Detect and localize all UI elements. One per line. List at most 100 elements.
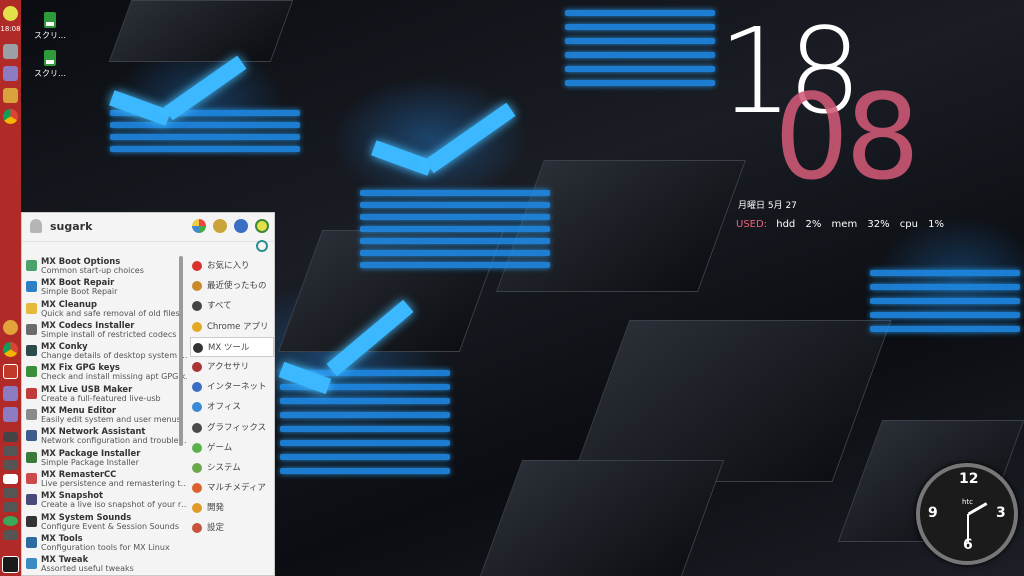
power-icon[interactable] [3, 6, 18, 21]
files-icon[interactable] [3, 320, 18, 335]
app-name: MX Snapshot [41, 490, 104, 501]
power-icon[interactable] [255, 219, 269, 233]
category-item[interactable]: 最近使ったもの [190, 276, 274, 296]
document-icon[interactable] [3, 386, 18, 401]
app-item[interactable]: MX Cleanup Quick and safe removal of old … [24, 299, 187, 320]
app-name: MX Cleanup [41, 298, 97, 309]
panel-clock[interactable]: 18:08 [0, 25, 21, 33]
logout-icon[interactable] [234, 219, 248, 233]
app-description: Simple Package Installer [41, 457, 139, 467]
network-icon[interactable] [3, 460, 18, 470]
app-icon [26, 515, 37, 527]
category-item[interactable]: システム [190, 458, 274, 478]
category-icon [192, 442, 202, 453]
category-label: 開発 [207, 503, 225, 514]
category-icon [192, 503, 202, 514]
category-item[interactable]: オフィス [190, 397, 274, 417]
arrow-down-icon[interactable] [3, 488, 18, 498]
clock-brand: htc [962, 498, 974, 506]
search-input[interactable] [22, 240, 274, 254]
volume-icon[interactable] [3, 502, 18, 512]
category-item[interactable]: 設定 [190, 518, 274, 538]
mem-label: mem [831, 219, 858, 230]
app-description: Common start-up choices [41, 266, 144, 275]
app-description: Quick and safe removal of old files [41, 308, 180, 318]
flag-icon[interactable] [3, 474, 18, 484]
app-item[interactable]: MX Network Assistant Network configuratio… [24, 426, 187, 447]
category-item[interactable]: 開発 [190, 498, 274, 518]
app-item[interactable]: MX Snapshot Create a live iso snapshot of… [24, 490, 187, 511]
app-description: Check and install missing apt GPG k… [41, 372, 187, 382]
category-item[interactable]: Chrome アプリ [190, 317, 274, 337]
wallpaper-stack [360, 150, 550, 300]
category-item[interactable]: アクセサリ [190, 357, 274, 377]
search-icon[interactable] [256, 240, 268, 252]
document-icon[interactable] [3, 407, 18, 422]
category-item[interactable]: インターネット [190, 377, 274, 397]
desktop-icon[interactable]: スクリ… [30, 12, 70, 41]
minute-hand [967, 514, 969, 542]
cpu-value: 1% [928, 219, 945, 230]
category-list: お気に入り最近使ったもの すべて Chrome アプリ MX ツール アクセサリ インター… [190, 256, 274, 539]
category-item[interactable]: グラフィックス [190, 418, 274, 438]
settings-icon[interactable] [192, 219, 206, 233]
terminal-icon[interactable] [3, 432, 18, 442]
app-icon [26, 323, 37, 335]
app-item[interactable]: MX Fix GPG keys Check and install missing… [24, 362, 187, 383]
app-name: MX Boot Options [41, 256, 121, 266]
updater-icon[interactable] [3, 516, 18, 526]
app-item[interactable]: MX Codecs Installer Simple install of res… [24, 320, 187, 341]
app-icon [26, 494, 37, 506]
mx-logo-icon[interactable] [2, 556, 19, 573]
category-label: Chrome アプリ [207, 321, 269, 332]
chrome-icon[interactable] [3, 109, 18, 124]
app-item[interactable]: MX Menu Editor Easily edit system and use… [24, 405, 187, 426]
app-item[interactable]: MX Boot Repair Simple Boot Repair [24, 277, 187, 298]
user-name: sugark [50, 220, 93, 233]
category-label: お気に入り [207, 261, 250, 271]
desktop-icon[interactable]: スクリ… [30, 50, 70, 79]
app-item[interactable]: MX Live USB Maker Create a full-featured … [24, 384, 187, 405]
app-item[interactable]: MX Tweak Assorted useful tweaks [24, 554, 187, 574]
app-description: Change details of desktop system … [41, 351, 187, 361]
document-icon[interactable] [3, 66, 18, 81]
eject-icon[interactable] [3, 530, 18, 540]
app-list-scrollbar[interactable] [179, 256, 183, 446]
category-item[interactable]: すべて [190, 296, 274, 316]
category-item[interactable]: MX ツール [190, 336, 274, 357]
category-icon [192, 301, 202, 312]
app-item[interactable]: MX RemasterCC Live persistence and remast… [24, 469, 187, 490]
clock-number: 3 [996, 505, 1006, 521]
app-icon [26, 366, 37, 378]
app-item[interactable]: MX Package Installer Simple Package Insta… [24, 448, 187, 469]
bluetooth-icon[interactable] [3, 446, 18, 456]
user-icon [30, 219, 42, 233]
category-label: システム [207, 462, 241, 473]
pencil-icon[interactable] [3, 44, 18, 59]
menu-header: sugark [22, 213, 274, 242]
app-description: Create a full-featured live-usb [41, 393, 161, 403]
app-icon [26, 281, 37, 293]
category-item[interactable]: マルチメディア [190, 478, 274, 498]
conky-date: 月曜日 5月 27 [738, 201, 797, 211]
desktop-icon-label: スクリ… [34, 31, 66, 40]
category-item[interactable]: ゲーム [190, 438, 274, 458]
app-icon [26, 409, 37, 421]
chrome-icon[interactable] [3, 342, 18, 357]
filezilla-icon[interactable] [3, 364, 18, 379]
category-item[interactable]: お気に入り [190, 256, 274, 276]
mem-value: 32% [867, 219, 890, 230]
app-item[interactable]: MX System Sounds Configure Event & Sessio… [24, 512, 187, 533]
app-name: MX Live USB Maker [41, 383, 133, 394]
lock-icon[interactable] [213, 219, 227, 233]
app-name: MX Codecs Installer [41, 319, 135, 330]
app-item[interactable]: MX Tools Configuration tools for MX Linux [24, 533, 187, 554]
app-name: MX Network Assistant [41, 426, 146, 437]
wallpaper-stack [870, 210, 1020, 370]
app-item[interactable]: MX Boot Options Common start-up choices [24, 256, 187, 277]
folder-icon[interactable] [3, 88, 18, 103]
app-item[interactable]: MX Conky Change details of desktop system… [24, 341, 187, 362]
analog-clock: 12 3 6 9 htc [916, 463, 1018, 565]
app-icon [26, 430, 37, 442]
app-icon [26, 345, 37, 357]
